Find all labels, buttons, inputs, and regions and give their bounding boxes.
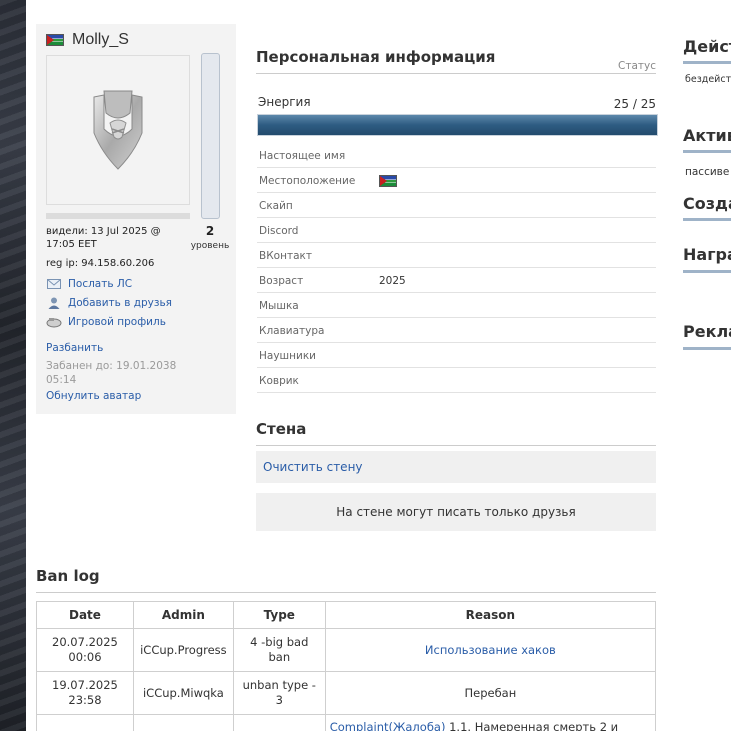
unban-link[interactable]: Разбанить	[46, 342, 103, 354]
profile-name-row: Molly_S	[46, 31, 129, 49]
right-section-rule	[683, 347, 731, 350]
location-flag-icon	[379, 175, 397, 187]
info-row-skype: Скайп	[257, 193, 656, 218]
personal-info-divider	[256, 73, 656, 74]
right-section-title-activity: Актив	[683, 126, 731, 145]
ban-reason: Complaint(Жалоба) 1.1. Намеренная смерть…	[324, 714, 657, 731]
avatar	[46, 55, 190, 205]
ban-date: 19.07.2025 23:58	[36, 671, 134, 715]
info-key: ВКонтакт	[259, 250, 312, 262]
right-section-text-actions: бездейст	[685, 74, 731, 85]
right-section-title-ads: Рекла	[683, 322, 731, 341]
ban-reason-link[interactable]: Использование хаков	[324, 628, 657, 672]
level-number: 2	[205, 224, 215, 238]
right-section-text-activity: пассиве	[685, 166, 730, 178]
info-key: Discord	[259, 225, 299, 237]
level-bar	[201, 53, 220, 219]
info-row-discord: Discord	[257, 218, 656, 243]
info-row-mousepad: Коврик	[257, 368, 656, 393]
send-message-label: Послать ЛС	[68, 278, 133, 290]
right-section-title-actions: Дейст	[683, 37, 731, 56]
wall-note: На стене могут писать только друзья	[256, 493, 656, 531]
reset-avatar-link[interactable]: Обнулить аватар	[46, 390, 141, 402]
info-row-age: Возраст 2025	[257, 268, 656, 293]
level-label: уровень	[190, 241, 230, 251]
add-friend-icon	[46, 296, 62, 310]
info-row-real-name: Настоящее имя	[257, 143, 656, 168]
clear-wall-label: Очистить стену	[263, 460, 363, 474]
send-message-link[interactable]: Послать ЛС	[46, 277, 132, 291]
add-friend-link[interactable]: Добавить в друзья	[46, 296, 172, 310]
info-key: Мышка	[259, 300, 299, 312]
info-key: Наушники	[259, 350, 317, 362]
avatar-progress-bar	[46, 213, 190, 219]
info-value: 2025	[379, 275, 406, 287]
complaint-link[interactable]: Complaint(Жалоба)	[330, 720, 446, 731]
ban-type: 4 -big bad ban	[232, 628, 326, 672]
right-section-rule	[683, 218, 731, 221]
table-row: Complaint(Жалоба) 1.1. Намеренная смерть…	[36, 714, 657, 731]
ban-type	[232, 714, 326, 731]
right-section-rule	[683, 270, 731, 273]
right-section-title-awards: Награ	[683, 245, 731, 264]
info-key: Настоящее имя	[259, 150, 346, 162]
info-key: Клавиатура	[259, 325, 325, 337]
info-key: Скайп	[259, 200, 293, 212]
ban-log-divider	[36, 592, 656, 593]
mail-icon	[46, 277, 62, 291]
energy-bar-fill	[258, 115, 657, 135]
trophy-shield-icon	[93, 90, 143, 170]
col-header-date: Date	[36, 601, 134, 629]
banned-until: Забанен до: 19.01.2038 05:14	[46, 360, 177, 386]
reg-ip: reg ip: 94.158.60.206	[46, 258, 155, 269]
energy-bar	[257, 114, 658, 136]
ban-log-title: Ban log	[36, 567, 100, 585]
col-header-type: Type	[232, 601, 326, 629]
ban-admin	[132, 714, 234, 731]
right-section-rule	[683, 61, 731, 64]
game-profile-link[interactable]: Игровой профиль	[46, 315, 166, 329]
wall-divider	[256, 445, 656, 446]
col-header-admin: Admin	[132, 601, 234, 629]
table-row: 20.07.2025 00:06 iCCup.Progress 4 -big b…	[36, 628, 657, 672]
info-row-headphones: Наушники	[257, 343, 656, 368]
ban-date	[36, 714, 134, 731]
energy-value: 25 / 25	[613, 97, 656, 111]
ban-admin: iCCup.Progress	[132, 628, 234, 672]
country-flag-icon	[46, 34, 64, 46]
game-profile-icon	[46, 315, 62, 329]
game-profile-label: Игровой профиль	[68, 316, 166, 328]
last-seen: видели: 13 Jul 2025 @ 17:05 EET	[46, 226, 161, 250]
ban-admin: iCCup.Miwqka	[132, 671, 234, 715]
ban-type: unban type - 3	[232, 671, 326, 715]
personal-info-title: Персональная информация	[256, 48, 496, 66]
ban-log-header-row: Date Admin Type Reason	[36, 601, 657, 629]
page-background-art	[0, 0, 26, 731]
info-row-vkontakte: ВКонтакт	[257, 243, 656, 268]
right-section-rule	[683, 150, 731, 153]
info-key: Местоположение	[259, 175, 356, 187]
col-header-reason: Reason	[324, 601, 657, 629]
profile-card: Molly_S 2 уровень видели: 13 Jul 2025 @ …	[36, 24, 236, 414]
table-row: 19.07.2025 23:58 iCCup.Miwqka unban type…	[36, 671, 657, 715]
clear-wall-button[interactable]: Очистить стену	[256, 451, 656, 483]
info-key: Коврик	[259, 375, 299, 387]
ban-reason: Перебан	[324, 671, 657, 715]
username: Molly_S	[72, 31, 129, 48]
status-label: Статус	[618, 60, 656, 72]
info-row-location: Местоположение	[257, 168, 656, 193]
energy-label: Энергия	[258, 95, 311, 109]
ban-date: 20.07.2025 00:06	[36, 628, 134, 672]
add-friend-label: Добавить в друзья	[68, 297, 172, 309]
info-row-mouse: Мышка	[257, 293, 656, 318]
wall-title: Стена	[256, 420, 307, 438]
info-row-keyboard: Клавиатура	[257, 318, 656, 343]
ban-log-table: Date Admin Type Reason 20.07.2025 00:06 …	[36, 601, 657, 731]
info-value	[379, 175, 397, 190]
info-key: Возраст	[259, 275, 304, 287]
right-section-title-created: Созда	[683, 194, 731, 213]
